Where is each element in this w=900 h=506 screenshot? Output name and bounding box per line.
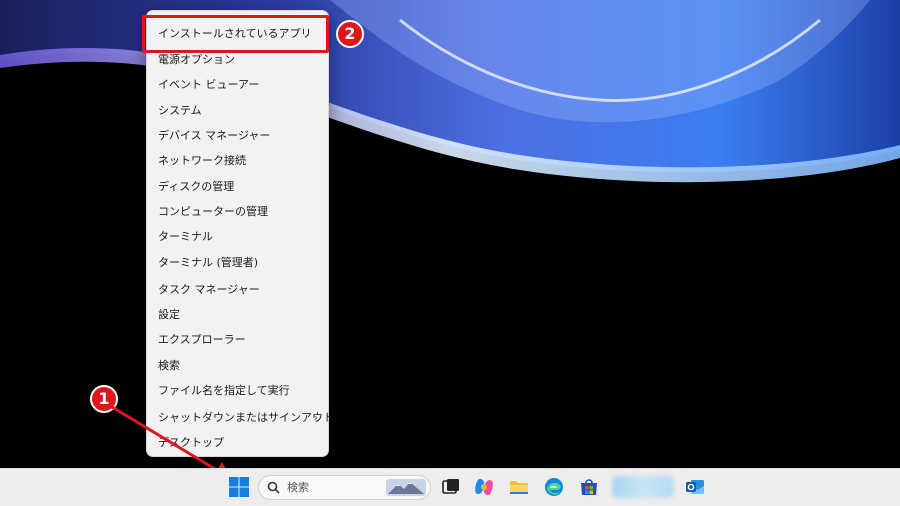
menu-item-event-viewer[interactable]: イベント ビューアー <box>147 73 328 97</box>
outlook-icon[interactable] <box>684 476 706 498</box>
menu-item-task-manager[interactable]: タスク マネージャー <box>147 278 328 302</box>
highlight-box <box>142 15 329 53</box>
menu-item-label: 設定 <box>158 308 180 321</box>
menu-item-label: タスク マネージャー <box>158 283 260 296</box>
menu-item-shutdown-signout[interactable]: シャットダウンまたはサインアウト › <box>147 406 334 430</box>
menu-item-network-connections[interactable]: ネットワーク接続 <box>147 149 328 173</box>
menu-item-settings[interactable]: 設定 <box>147 303 328 327</box>
step-badge-1: 1 <box>90 385 118 413</box>
menu-item-desktop[interactable]: デスクトップ <box>147 431 328 455</box>
file-explorer-icon[interactable] <box>508 476 530 498</box>
menu-item-disk-management[interactable]: ディスクの管理 <box>147 175 328 199</box>
chevron-right-icon: › <box>313 411 318 424</box>
menu-item-explorer[interactable]: エクスプローラー <box>147 328 328 352</box>
menu-item-label: 検索 <box>158 359 180 372</box>
step-badge-2: 2 <box>336 20 364 48</box>
menu-item-label: ネットワーク接続 <box>158 154 246 167</box>
winx-context-menu: インストールされているアプリ 電源オプション イベント ビューアー システム デ… <box>146 10 334 457</box>
microsoft-store-icon[interactable] <box>578 476 600 498</box>
menu-item-label: ターミナル (管理者) <box>158 256 259 269</box>
menu-item-label: デバイス マネージャー <box>158 129 271 142</box>
menu-item-label: システム <box>158 104 202 117</box>
menu-item-computer-management[interactable]: コンピューターの管理 <box>147 200 328 224</box>
menu-item-label: ディスクの管理 <box>158 180 235 193</box>
menu-item-label: イベント ビューアー <box>158 78 260 91</box>
menu-item-system[interactable]: システム <box>147 99 328 123</box>
search-icon <box>267 481 280 494</box>
search-placeholder: 検索 <box>287 481 309 494</box>
menu-item-label: ターミナル <box>158 230 213 243</box>
task-view-icon[interactable] <box>440 476 462 498</box>
blurred-pinned-apps <box>612 476 674 498</box>
edge-icon[interactable] <box>543 476 565 498</box>
desktop-wallpaper <box>0 0 900 470</box>
menu-item-terminal[interactable]: ターミナル <box>147 225 328 249</box>
menu-item-label: コンピューターの管理 <box>158 205 268 218</box>
menu-item-label: エクスプローラー <box>158 333 246 346</box>
search-highlight-icon <box>386 479 426 496</box>
menu-item-search[interactable]: 検索 <box>147 354 328 378</box>
menu-item-terminal-admin[interactable]: ターミナル (管理者) <box>147 251 328 275</box>
menu-item-label: ファイル名を指定して実行 <box>158 384 290 397</box>
menu-item-label: デスクトップ <box>158 436 224 449</box>
menu-item-device-manager[interactable]: デバイス マネージャー <box>147 124 328 148</box>
menu-item-label: 電源オプション <box>158 53 235 66</box>
copilot-icon[interactable] <box>473 476 495 498</box>
taskbar-search-box[interactable]: 検索 <box>258 475 431 500</box>
menu-item-label: シャットダウンまたはサインアウト <box>158 411 334 424</box>
windows-start-icon[interactable] <box>228 476 250 498</box>
menu-item-run[interactable]: ファイル名を指定して実行 <box>147 379 328 403</box>
taskbar: 検索 <box>0 468 900 506</box>
